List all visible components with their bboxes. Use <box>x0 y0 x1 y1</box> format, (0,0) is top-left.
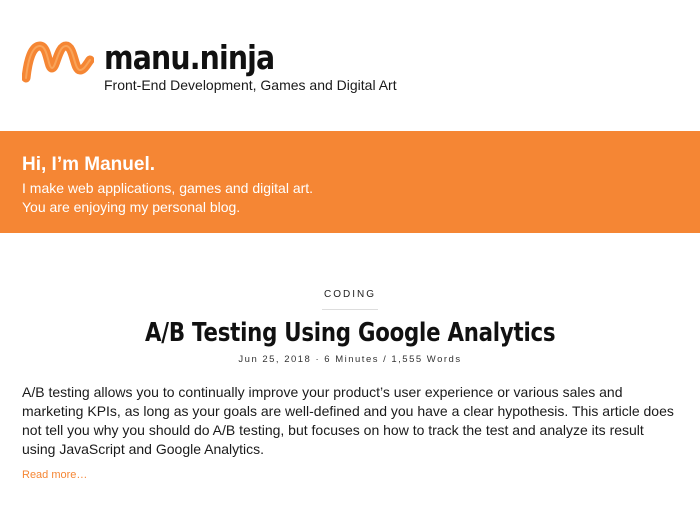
category-divider <box>322 309 378 310</box>
intro-line: I make web applications, games and digit… <box>22 180 314 196</box>
intro-title: Hi, I’m Manuel. <box>22 154 156 175</box>
site-tagline: Front-End Development, Games and Digital… <box>104 77 397 93</box>
site-logo-icon[interactable] <box>21 38 95 86</box>
post-title-text[interactable]: A/B Testing Using Google Analytics <box>145 315 556 351</box>
read-more-link[interactable]: Read more… <box>22 469 87 481</box>
intro-line: You are enjoying my personal blog. <box>22 199 241 215</box>
intro-banner: Hi, I’m Manuel. I make web applications,… <box>0 131 700 233</box>
post-category-link[interactable]: CODING <box>0 289 700 300</box>
site-header: manu.ninja Front-End Development, Games … <box>21 36 682 96</box>
post-title[interactable]: A/B Testing Using Google Analytics <box>0 315 700 351</box>
post-excerpt: A/B testing allows you to continually im… <box>22 384 674 457</box>
site-title[interactable]: manu.ninja <box>104 38 275 78</box>
post-meta: Jun 25, 2018 · 6 Minutes / 1,555 Words <box>238 354 462 365</box>
